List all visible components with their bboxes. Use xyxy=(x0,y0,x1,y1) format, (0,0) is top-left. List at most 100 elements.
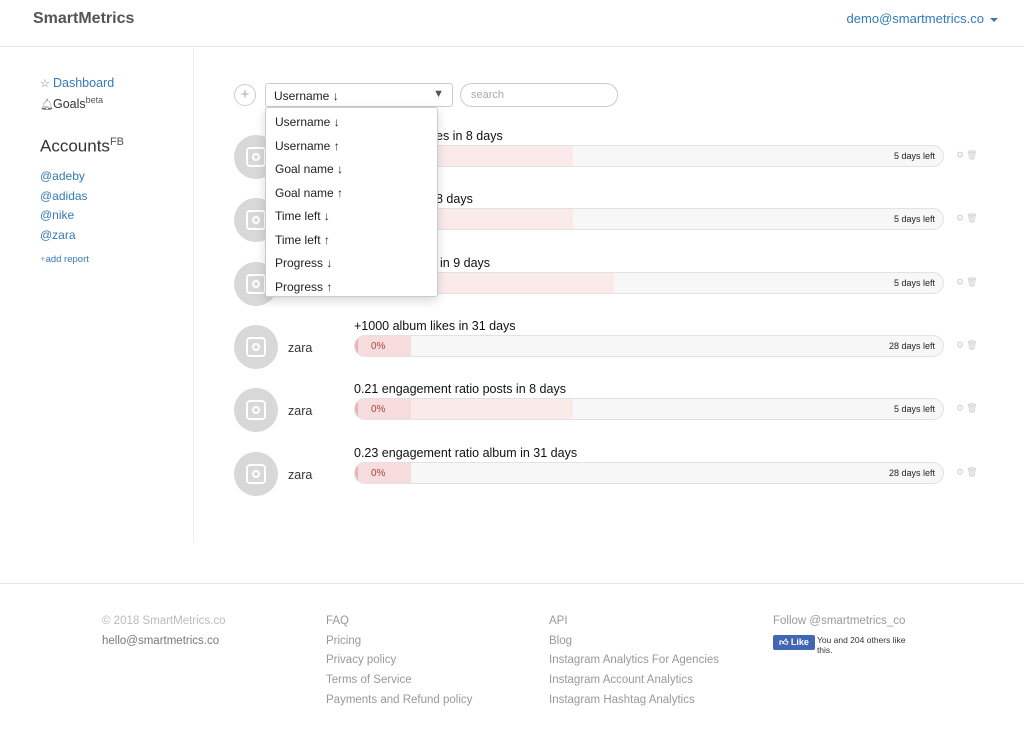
search-input[interactable] xyxy=(460,83,618,107)
top-navbar: SmartMetrics demo@smartmetrics.co xyxy=(0,0,1024,47)
triangle-down-icon[interactable]: ▼ xyxy=(433,88,444,100)
goal-username[interactable]: zara xyxy=(288,341,312,355)
brand-logo[interactable]: SmartMetrics xyxy=(33,10,134,28)
footer-link-api[interactable]: API xyxy=(549,615,719,635)
footer: © 2018 SmartMetrics.co hello@smartmetric… xyxy=(0,583,1024,736)
footer-link-agencies[interactable]: Instagram Analytics For Agencies xyxy=(549,654,719,674)
progress-bar: 0% 5 days left xyxy=(354,398,944,420)
trash-icon[interactable]: 🗑︎ xyxy=(966,340,979,350)
progress-bar: 0% 28 days left xyxy=(354,462,944,484)
account-link-adeby[interactable]: @adeby xyxy=(40,169,85,183)
progress-bar: 5 days left xyxy=(354,145,944,167)
star-icon: ☆ xyxy=(40,78,50,90)
thumbs-up-icon: 👍︎ xyxy=(779,636,789,647)
user-email[interactable]: demo@smartmetrics.co xyxy=(847,11,984,26)
gear-icon[interactable]: ⚙ xyxy=(956,150,966,160)
row-actions: ⚙🗑︎ xyxy=(956,467,980,478)
row-actions: ⚙🗑︎ xyxy=(956,213,980,224)
time-left: 5 days left xyxy=(893,404,935,414)
sort-option-username-desc[interactable]: Username ↓ xyxy=(266,111,437,135)
account-link-nike[interactable]: @nike xyxy=(40,208,74,222)
like-count-text: You and 204 others like this. xyxy=(816,634,906,655)
gear-icon[interactable]: ⚙ xyxy=(956,467,966,477)
beta-badge: beta xyxy=(85,95,104,105)
footer-link-blog[interactable]: Blog xyxy=(549,635,719,655)
sort-option-username-asc[interactable]: Username ↑ xyxy=(266,135,437,159)
gear-icon[interactable]: ⚙ xyxy=(956,213,966,223)
progress-percent: 0% xyxy=(371,404,386,415)
instagram-icon xyxy=(246,337,266,357)
avatar xyxy=(234,452,278,496)
footer-link-privacy[interactable]: Privacy policy xyxy=(326,654,472,674)
sort-option-progress-asc[interactable]: Progress ↑ xyxy=(266,276,437,300)
time-left: 5 days left xyxy=(893,278,935,288)
add-goal-button[interactable]: + xyxy=(234,84,256,106)
gear-icon[interactable]: ⚙ xyxy=(956,277,966,287)
footer-link-account-analytics[interactable]: Instagram Account Analytics xyxy=(549,674,719,694)
sort-option-time-left-asc[interactable]: Time left ↑ xyxy=(266,229,437,253)
goal-title[interactable]: in 9 days xyxy=(440,256,490,270)
footer-link-faq[interactable]: FAQ xyxy=(326,615,472,635)
goal-username[interactable]: zara xyxy=(288,404,312,418)
goal-row: zara 0.23 engagement ratio album in 31 d… xyxy=(234,446,980,502)
contact-email-link[interactable]: hello@smartmetrics.co xyxy=(102,635,226,655)
goal-row: zara +1000 album likes in 31 days 0% 28 … xyxy=(234,319,980,375)
footer-col-products: API Blog Instagram Analytics For Agencie… xyxy=(549,615,719,713)
goal-title[interactable]: +1000 album likes in 31 days xyxy=(354,319,516,333)
copyright-text: © 2018 SmartMetrics.co xyxy=(102,615,226,627)
user-menu[interactable]: demo@smartmetrics.co xyxy=(847,11,998,26)
progress-bar: 0% 28 days left xyxy=(354,335,944,357)
footer-link-pricing[interactable]: Pricing xyxy=(326,635,472,655)
fb-badge: FB xyxy=(109,136,124,148)
add-report-link[interactable]: +add report xyxy=(40,254,89,265)
footer-link-refund[interactable]: Payments and Refund policy xyxy=(326,694,472,714)
trash-icon[interactable]: 🗑︎ xyxy=(966,467,979,477)
goal-title[interactable]: 0.23 engagement ratio album in 31 days xyxy=(354,446,577,460)
follow-link[interactable]: Follow @smartmetrics_co xyxy=(773,615,917,635)
trash-icon[interactable]: 🗑︎ xyxy=(966,403,979,413)
fb-like-button[interactable]: 👍︎ Like xyxy=(773,634,815,650)
footer-col-social: Follow @smartmetrics_co 👍︎ Like You and 2… xyxy=(773,615,917,656)
trash-icon[interactable]: 🗑︎ xyxy=(966,213,979,223)
gear-icon[interactable]: ⚙ xyxy=(956,403,966,413)
sort-option-time-left-desc[interactable]: Time left ↓ xyxy=(266,205,437,229)
accounts-heading: AccountsFB xyxy=(40,136,124,156)
dashboard-link[interactable]: Dashboard xyxy=(53,76,114,90)
account-link-zara[interactable]: @zara xyxy=(40,228,76,242)
footer-link-hashtag-analytics[interactable]: Instagram Hashtag Analytics xyxy=(549,694,719,714)
goal-title[interactable]: 0.21 engagement ratio posts in 8 days xyxy=(354,382,566,396)
bell-icon: 🔔︎ xyxy=(40,99,54,112)
goals-link[interactable]: Goals xyxy=(53,97,86,111)
row-actions: ⚙🗑︎ xyxy=(956,277,980,288)
goal-title[interactable]: 8 days xyxy=(436,192,473,206)
footer-link-terms[interactable]: Terms of Service xyxy=(326,674,472,694)
sort-select[interactable]: Username ↓ ▼ xyxy=(265,83,453,107)
row-actions: ⚙🗑︎ xyxy=(956,340,980,351)
time-left: 5 days left xyxy=(893,151,935,161)
goal-username[interactable]: zara xyxy=(288,468,312,482)
sort-option-goal-name-desc[interactable]: Goal name ↓ xyxy=(266,158,437,182)
avatar xyxy=(234,325,278,369)
sidebar-item-dashboard[interactable]: ☆ Dashboard xyxy=(40,76,114,90)
sidebar-item-goals[interactable]: 🔔︎Goalsbeta xyxy=(40,95,103,111)
footer-col-company: © 2018 SmartMetrics.co hello@smartmetric… xyxy=(102,615,226,654)
row-actions: ⚙🗑︎ xyxy=(956,403,980,414)
instagram-icon xyxy=(246,274,266,294)
avatar xyxy=(234,388,278,432)
account-link-adidas[interactable]: @adidas xyxy=(40,189,88,203)
gear-icon[interactable]: ⚙ xyxy=(956,340,966,350)
sort-option-goal-name-asc[interactable]: Goal name ↑ xyxy=(266,182,437,206)
sort-option-progress-desc[interactable]: Progress ↓ xyxy=(266,252,437,276)
trash-icon[interactable]: 🗑︎ xyxy=(966,277,979,287)
progress-bar: 5 days left xyxy=(354,208,944,230)
time-left: 5 days left xyxy=(893,214,935,224)
instagram-icon xyxy=(246,464,266,484)
sidebar: ☆ Dashboard 🔔︎Goalsbeta AccountsFB @adeby… xyxy=(0,48,194,542)
goal-title[interactable]: es in 8 days xyxy=(436,129,503,143)
sort-selected-value: Username ↓ xyxy=(274,89,339,103)
footer-col-info: FAQ Pricing Privacy policy Terms of Serv… xyxy=(326,615,472,713)
caret-down-icon[interactable] xyxy=(990,17,998,22)
trash-icon[interactable]: 🗑︎ xyxy=(966,150,979,160)
time-left: 28 days left xyxy=(888,468,935,478)
progress-percent: 0% xyxy=(371,468,386,479)
